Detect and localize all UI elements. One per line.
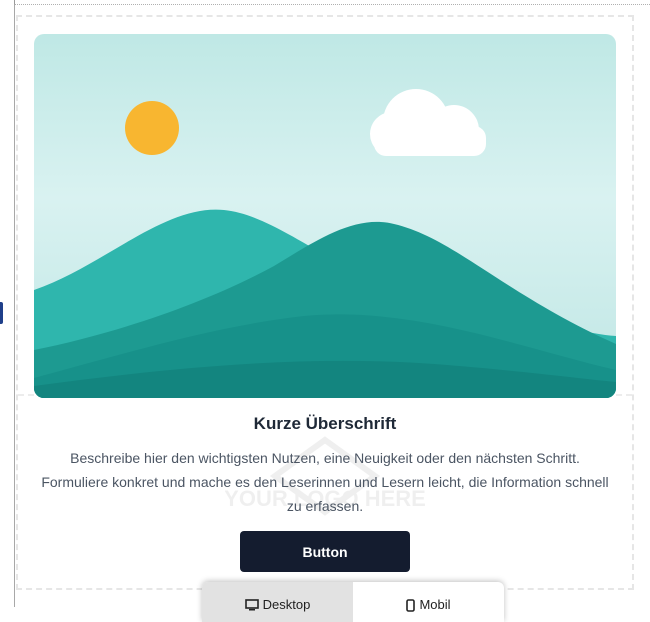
- resize-handle[interactable]: [0, 302, 3, 324]
- hero-image[interactable]: [34, 34, 616, 398]
- landscape-illustration: [34, 34, 616, 398]
- desktop-view-tab[interactable]: Desktop: [202, 582, 353, 622]
- mobile-view-tab[interactable]: Mobil: [353, 582, 504, 622]
- card-description: Beschreibe hier den wichtigsten Nutzen, …: [41, 450, 609, 514]
- cta-button[interactable]: Button: [240, 531, 410, 572]
- view-toggle: Desktop Mobil: [202, 582, 504, 622]
- phone-icon: [406, 599, 416, 612]
- card-heading: Kurze Überschrift: [253, 414, 397, 433]
- mobile-view-label: Mobil: [419, 597, 451, 612]
- monitor-icon: [244, 599, 259, 611]
- desktop-view-label: Desktop: [262, 597, 311, 612]
- editor-frame-left: [14, 0, 15, 607]
- sun-icon: [125, 101, 179, 155]
- editor-frame-top: [14, 0, 650, 5]
